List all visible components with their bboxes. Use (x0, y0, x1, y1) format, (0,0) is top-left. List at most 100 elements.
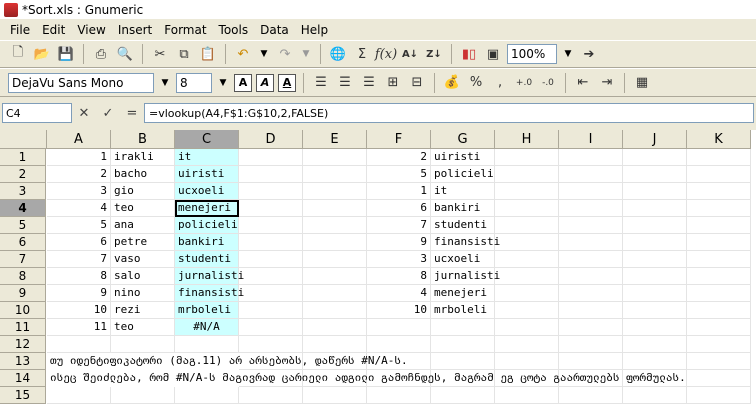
align-right-icon[interactable]: ☰ (359, 73, 379, 93)
empty-cell[interactable] (303, 183, 367, 200)
align-left-icon[interactable]: ☰ (311, 73, 331, 93)
empty-cell[interactable] (495, 183, 559, 200)
empty-cell[interactable] (495, 285, 559, 302)
empty-cell[interactable] (495, 387, 559, 404)
menu-format[interactable]: Format (158, 23, 212, 37)
cell-b9[interactable]: nino (111, 285, 175, 302)
empty-cell[interactable] (559, 336, 623, 353)
empty-cell[interactable] (623, 251, 687, 268)
cell-g10[interactable]: mrboleli (431, 302, 495, 319)
menu-view[interactable]: View (71, 23, 111, 37)
empty-cell[interactable] (559, 285, 623, 302)
empty-cell[interactable] (303, 149, 367, 166)
empty-cell[interactable] (111, 336, 175, 353)
cell-a2[interactable]: 2 (47, 166, 111, 183)
font-size-combo[interactable]: 8 (176, 72, 212, 93)
cell-a1[interactable]: 1 (47, 149, 111, 166)
empty-cell[interactable] (687, 200, 751, 217)
empty-cell[interactable] (623, 234, 687, 251)
cell-c5[interactable]: policieli (175, 217, 239, 234)
empty-cell[interactable] (623, 217, 687, 234)
row-header-3[interactable]: 3 (0, 183, 46, 200)
cell-c9[interactable]: finansisti (175, 285, 244, 302)
cell-a8[interactable]: 8 (47, 268, 111, 285)
empty-cell[interactable] (303, 251, 367, 268)
insert-function-icon[interactable]: = (120, 103, 144, 123)
cell-b11[interactable]: teo (111, 319, 175, 336)
empty-cell[interactable] (623, 183, 687, 200)
column-header-i[interactable]: I (559, 130, 623, 149)
menu-file[interactable]: File (4, 23, 36, 37)
empty-cell[interactable] (495, 268, 559, 285)
accept-edit-icon[interactable]: ✓ (96, 103, 120, 123)
arrow-right-icon[interactable]: ➔ (579, 44, 599, 64)
column-header-f[interactable]: F (367, 130, 431, 149)
empty-cell[interactable] (687, 251, 751, 268)
row-header-5[interactable]: 5 (0, 217, 46, 234)
cancel-edit-icon[interactable]: ✕ (72, 103, 96, 123)
empty-cell[interactable] (623, 302, 687, 319)
empty-cell[interactable] (239, 149, 303, 166)
cell-a9[interactable]: 9 (47, 285, 111, 302)
empty-cell[interactable] (239, 183, 303, 200)
cell-g1[interactable]: uiristi (431, 149, 495, 166)
cell-b8[interactable]: salo (111, 268, 175, 285)
sort-descending-icon[interactable]: Z↓ (424, 44, 444, 64)
empty-cell[interactable] (303, 336, 367, 353)
empty-cell[interactable] (431, 319, 495, 336)
row-header-4[interactable]: 4 (0, 200, 46, 217)
cell-c11[interactable]: #N/A (175, 319, 239, 336)
empty-cell[interactable] (495, 217, 559, 234)
row-header-10[interactable]: 10 (0, 302, 46, 319)
split-cells-icon[interactable]: ⊟ (407, 73, 427, 93)
cell-a11[interactable]: 11 (47, 319, 111, 336)
empty-cell[interactable] (495, 302, 559, 319)
font-name-dropdown-icon[interactable]: ▼ (158, 73, 172, 93)
cell-b1[interactable]: irakli (111, 149, 175, 166)
row-header-1[interactable]: 1 (0, 149, 46, 166)
print-icon[interactable]: ⎙ (91, 44, 111, 64)
empty-cell[interactable] (559, 268, 623, 285)
italic-icon[interactable]: A (256, 73, 274, 92)
empty-cell[interactable] (559, 183, 623, 200)
cell-f5[interactable]: 7 (367, 217, 431, 234)
empty-cell[interactable] (239, 251, 303, 268)
column-header-c[interactable]: C (175, 130, 239, 149)
empty-cell[interactable] (303, 234, 367, 251)
empty-cell[interactable] (559, 166, 623, 183)
empty-cell[interactable] (687, 166, 751, 183)
cell-a7[interactable]: 7 (47, 251, 111, 268)
empty-cell[interactable] (47, 387, 111, 404)
cell-g5[interactable]: studenti (431, 217, 495, 234)
cell-g7[interactable]: ucxoeli (431, 251, 495, 268)
cut-icon[interactable]: ✂ (150, 44, 170, 64)
sort-ascending-icon[interactable]: A↓ (400, 44, 420, 64)
empty-cell[interactable] (687, 336, 751, 353)
cell-g9[interactable]: menejeri (431, 285, 495, 302)
increase-indent-icon[interactable]: ⇥ (597, 73, 617, 93)
empty-cell[interactable] (239, 285, 303, 302)
empty-cell[interactable] (495, 166, 559, 183)
cell-reference-box[interactable]: C4 (2, 103, 72, 123)
copy-icon[interactable]: ⧉ (174, 44, 194, 64)
percent-icon[interactable]: % (466, 73, 486, 93)
empty-cell[interactable] (623, 319, 687, 336)
empty-cell[interactable] (495, 149, 559, 166)
empty-cell[interactable] (303, 268, 367, 285)
column-header-d[interactable]: D (239, 130, 303, 149)
empty-cell[interactable] (559, 217, 623, 234)
bold-icon[interactable]: A (234, 73, 252, 92)
zoom-dropdown-icon[interactable]: ▼ (561, 44, 575, 64)
empty-cell[interactable] (687, 149, 751, 166)
empty-cell[interactable] (623, 336, 687, 353)
empty-cell[interactable] (687, 268, 751, 285)
cell-f8[interactable]: 8 (367, 268, 431, 285)
cell-a10[interactable]: 10 (47, 302, 111, 319)
empty-cell[interactable] (623, 353, 687, 370)
function-icon[interactable]: f(x) (375, 44, 397, 64)
underline-icon[interactable]: A (278, 73, 296, 92)
empty-cell[interactable] (495, 353, 559, 370)
cell-f7[interactable]: 3 (367, 251, 431, 268)
empty-cell[interactable] (239, 166, 303, 183)
menu-help[interactable]: Help (295, 23, 334, 37)
